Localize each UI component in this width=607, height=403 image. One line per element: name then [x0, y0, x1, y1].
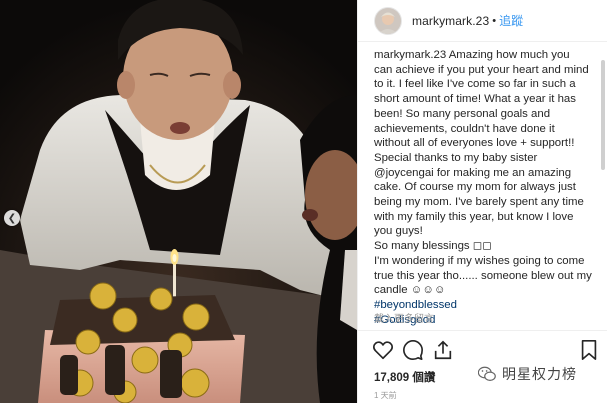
post-header: markymark.23 • 追蹤: [358, 0, 607, 42]
caption-line: I'm wondering if my wishes going to come: [374, 254, 585, 267]
caption-line: candle ☺☺☺: [374, 284, 446, 297]
caption-line: been! So many personal goals and: [374, 107, 551, 120]
like-count[interactable]: 17,809 個讚: [374, 369, 435, 385]
avatar[interactable]: [374, 6, 402, 35]
watermark-text: 明星权力榜: [502, 367, 577, 383]
caption: markymark.23 Amazing how much you can ac…: [374, 48, 600, 327]
caption-line: short amount of time! What a year it has: [374, 93, 576, 106]
caption-line: with my family this year, but know I lov…: [374, 210, 574, 223]
caption-line: achievements, couldn't have done it: [374, 122, 555, 135]
caption-line: can achieve if you put your heart and mi…: [374, 63, 589, 76]
wechat-icon: [478, 366, 496, 381]
caption-line: cake. Of course my mom for always just: [374, 181, 576, 194]
party-photo-image: [0, 0, 357, 403]
caption-line: So many blessings ◻◻: [374, 240, 492, 253]
caption-line-0: markymark.23 Amazing how much you: [374, 49, 570, 61]
post-photo[interactable]: ❮: [0, 0, 357, 403]
caption-line: you guys!: [374, 225, 423, 238]
separator-dot: •: [492, 14, 497, 27]
username-link[interactable]: markymark.23: [412, 14, 489, 28]
caption-username[interactable]: markymark.23: [374, 49, 446, 61]
follow-button[interactable]: 追蹤: [499, 12, 523, 29]
comment-icon[interactable]: [402, 339, 424, 361]
action-bar: [358, 330, 607, 364]
chevron-left-icon[interactable]: ❮: [4, 210, 20, 226]
caption-line: without all of everyones love + support!…: [374, 137, 575, 150]
watermark: 明星权力榜: [478, 364, 577, 384]
caption-line: Special thanks to my baby sister: [374, 151, 538, 164]
caption-line: being my mom. I've barely spent any time: [374, 196, 584, 209]
load-more-comments-link[interactable]: 載入更多留言: [374, 310, 434, 325]
caption-line: to it. I feel like I've come so far in s…: [374, 78, 576, 91]
bookmark-icon[interactable]: [578, 339, 600, 361]
caption-line: @joycengai for making me an amazing: [374, 166, 572, 179]
caption-line: true this year tho...... someone blew ou…: [374, 269, 592, 282]
post-timestamp: 1 天前: [374, 391, 397, 400]
heart-icon[interactable]: [372, 339, 394, 361]
post-side-panel: markymark.23 • 追蹤 markymark.23 Amazing h…: [357, 0, 607, 403]
comments-scrollbar[interactable]: [601, 60, 605, 170]
share-icon[interactable]: [432, 339, 454, 361]
